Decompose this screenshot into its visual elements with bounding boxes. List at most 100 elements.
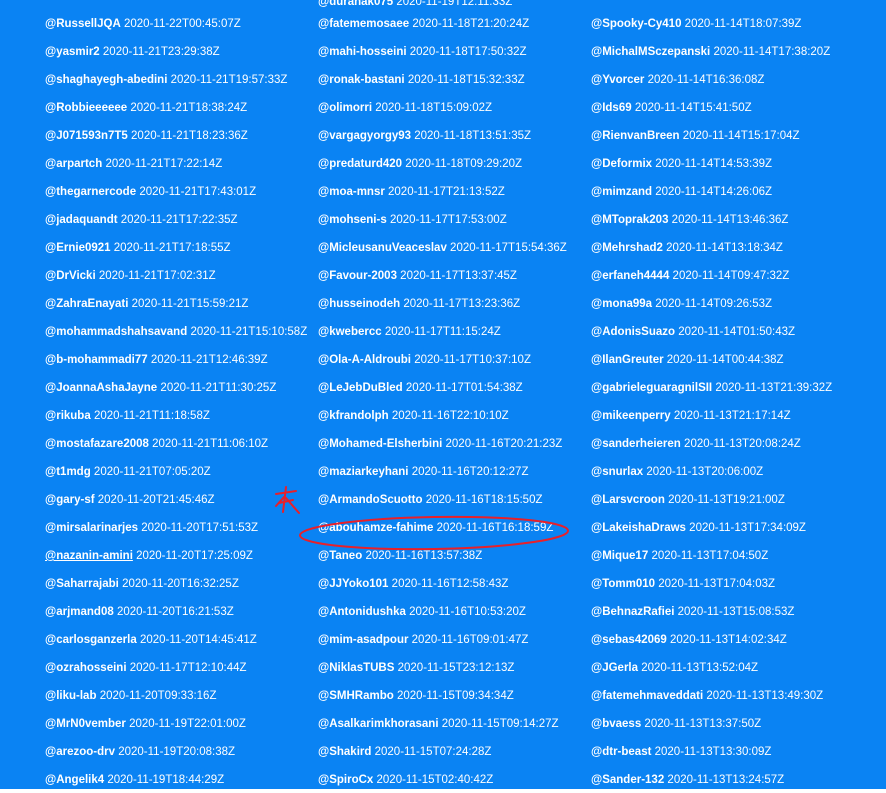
contributor-link[interactable]: @nazanin-amini bbox=[45, 550, 133, 562]
contributor-link[interactable]: @abouhamze-fahime bbox=[318, 522, 433, 534]
contributor-link[interactable]: @husseinodeh bbox=[318, 298, 400, 310]
contributor-link[interactable]: @NiklasTUBS bbox=[318, 662, 394, 674]
contributor-link[interactable]: @ozrahosseini bbox=[45, 662, 127, 674]
contributor-link[interactable]: @mimzand bbox=[591, 186, 652, 198]
timestamp: 2020-11-14T14:26:06Z bbox=[655, 186, 773, 198]
contributor-link[interactable]: @b-mohammadi77 bbox=[45, 354, 148, 366]
contributor-link[interactable]: @mim-asadpour bbox=[318, 634, 408, 646]
contributor-link[interactable]: @Angelik4 bbox=[45, 774, 104, 786]
timestamp: 2020-11-21T15:10:58Z bbox=[190, 326, 308, 338]
contributor-link[interactable]: @LakeishaDraws bbox=[591, 522, 686, 534]
contributor-link[interactable]: @arjmand08 bbox=[45, 606, 114, 618]
contributor-link[interactable]: @t1mdg bbox=[45, 466, 91, 478]
contributor-link[interactable]: @predaturd420 bbox=[318, 158, 402, 170]
contributor-link[interactable]: @IlanGreuter bbox=[591, 354, 664, 366]
contributor-link[interactable]: @BehnazRafiei bbox=[591, 606, 674, 618]
contributor-link[interactable]: @J071593n7T5 bbox=[45, 130, 128, 142]
contributor-link[interactable]: @Robbieeeeee bbox=[45, 102, 127, 114]
contributor-link[interactable]: @Tomm010 bbox=[591, 578, 655, 590]
contributor-link[interactable]: @arpartch bbox=[45, 158, 102, 170]
contributor-link[interactable]: @mirsalarinarjes bbox=[45, 522, 138, 534]
contributor-link[interactable]: @AdonisSuazo bbox=[591, 326, 675, 338]
contributor-link[interactable]: @fatemehmaveddati bbox=[591, 690, 703, 702]
contributor-link[interactable]: @fatememosaee bbox=[318, 18, 409, 30]
contributor-link[interactable]: @Yvorcer bbox=[591, 74, 644, 86]
list-item: @JoannaAshaJayne 2020-11-21T11:30:25Z bbox=[45, 381, 276, 395]
contributor-link[interactable]: @carlosganzerla bbox=[45, 634, 137, 646]
contributor-link[interactable]: @ArmandoScuotto bbox=[318, 494, 423, 506]
list-item: @Angelik4 2020-11-19T18:44:29Z bbox=[45, 773, 224, 787]
contributor-link[interactable]: @JJYoko101 bbox=[318, 578, 388, 590]
contributor-link[interactable]: @Spooky-Cy410 bbox=[591, 18, 681, 30]
contributor-link[interactable]: @arezoo-drv bbox=[45, 746, 115, 758]
timestamp: 2020-11-20T14:45:41Z bbox=[139, 634, 257, 646]
list-item: @MrN0vember 2020-11-19T22:01:00Z bbox=[45, 717, 246, 731]
contributor-link[interactable]: @thegarnercode bbox=[45, 186, 136, 198]
contributor-link[interactable]: @Ernie0921 bbox=[45, 242, 111, 254]
contributor-link[interactable]: @Mohamed-Elsherbini bbox=[318, 438, 442, 450]
contributor-link[interactable]: @snurlax bbox=[591, 466, 643, 478]
contributor-link[interactable]: @Ids69 bbox=[591, 102, 632, 114]
contributor-link[interactable]: @olimorri bbox=[318, 102, 372, 114]
contributor-link[interactable]: @Antonidushka bbox=[318, 606, 406, 618]
contributor-link[interactable]: @JGerla bbox=[591, 662, 638, 674]
list-item: @t1mdg 2020-11-21T07:05:20Z bbox=[45, 465, 211, 479]
contributor-link[interactable]: @MicleusanuVeaceslav bbox=[318, 242, 447, 254]
contributor-link[interactable]: @Shakird bbox=[318, 746, 371, 758]
contributor-link[interactable]: @mahi-hosseini bbox=[318, 46, 407, 58]
contributor-link[interactable]: @ronak-bastani bbox=[318, 74, 405, 86]
contributor-link[interactable]: @kfrandolph bbox=[318, 410, 389, 422]
contributor-link[interactable]: @shaghayegh-abedini bbox=[45, 74, 167, 86]
contributor-link[interactable]: @gabrieleguaragnilSII bbox=[591, 382, 712, 394]
contributor-link[interactable]: @SMHRambo bbox=[318, 690, 394, 702]
contributor-link[interactable]: @rikuba bbox=[45, 410, 91, 422]
contributor-link[interactable]: @RussellJQA bbox=[45, 18, 121, 30]
contributor-link[interactable]: @MrN0vember bbox=[45, 718, 126, 730]
list-item: @moa-mnsr 2020-11-17T21:13:52Z bbox=[318, 185, 505, 199]
contributor-link[interactable]: @Taneo bbox=[318, 550, 362, 562]
contributor-link[interactable]: @JoannaAshaJayne bbox=[45, 382, 157, 394]
timestamp: 2020-11-20T09:33:16Z bbox=[99, 690, 217, 702]
contributor-link[interactable]: @gary-sf bbox=[45, 494, 95, 506]
contributor-link[interactable]: @liku-lab bbox=[45, 690, 96, 702]
contributor-link[interactable]: @Larsvcroon bbox=[591, 494, 665, 506]
contributor-link[interactable]: @sanderheieren bbox=[591, 438, 681, 450]
timestamp: 2020-11-13T13:49:30Z bbox=[706, 690, 824, 702]
contributor-link[interactable]: @Mique17 bbox=[591, 550, 648, 562]
contributor-link[interactable]: @mohammadshahsavand bbox=[45, 326, 187, 338]
contributor-link[interactable]: @MichalMSczepanski bbox=[591, 46, 710, 58]
contributor-link[interactable]: @Mehrshad2 bbox=[591, 242, 663, 254]
contributor-link[interactable]: @SpiroCx bbox=[318, 774, 373, 786]
contributor-link[interactable]: @maziarkeyhani bbox=[318, 466, 408, 478]
contributor-link[interactable]: @erfaneh4444 bbox=[591, 270, 669, 282]
contributor-link[interactable]: @durahak075 bbox=[318, 0, 393, 8]
contributor-link[interactable]: @Asalkarimkhorasani bbox=[318, 718, 439, 730]
contributor-link[interactable]: @jadaquandt bbox=[45, 214, 118, 226]
contributor-link[interactable]: @sebas42069 bbox=[591, 634, 667, 646]
contributor-link[interactable]: @Saharrajabi bbox=[45, 578, 119, 590]
list-item: @Deformix 2020-11-14T14:53:39Z bbox=[591, 157, 772, 171]
contributor-link[interactable]: @ZahraEnayati bbox=[45, 298, 128, 310]
contributor-link[interactable]: @Favour-2003 bbox=[318, 270, 397, 282]
list-item: @erfaneh4444 2020-11-14T09:47:32Z bbox=[591, 269, 789, 283]
contributor-link[interactable]: @Sander-132 bbox=[591, 774, 664, 786]
timestamp: 2020-11-19T22:01:00Z bbox=[129, 718, 246, 730]
contributor-link[interactable]: @Deformix bbox=[591, 158, 652, 170]
contributor-link[interactable]: @RienvanBreen bbox=[591, 130, 680, 142]
contributor-link[interactable]: @Ola-A-Aldroubi bbox=[318, 354, 411, 366]
list-item: @husseinodeh 2020-11-17T13:23:36Z bbox=[318, 297, 520, 311]
contributor-link[interactable]: @dtr-beast bbox=[591, 746, 651, 758]
contributor-link[interactable]: @DrVicki bbox=[45, 270, 96, 282]
contributor-link[interactable]: @vargagyorgy93 bbox=[318, 130, 411, 142]
contributor-link[interactable]: @MToprak203 bbox=[591, 214, 668, 226]
contributor-link[interactable]: @LeJebDuBled bbox=[318, 382, 403, 394]
contributor-link[interactable]: @kwebercc bbox=[318, 326, 382, 338]
contributor-link[interactable]: @mikeenperry bbox=[591, 410, 671, 422]
contributor-link[interactable]: @mona99a bbox=[591, 298, 652, 310]
contributor-link[interactable]: @yasmir2 bbox=[45, 46, 100, 58]
contributor-link[interactable]: @mohseni-s bbox=[318, 214, 387, 226]
timestamp: 2020-11-14T13:46:36Z bbox=[671, 214, 789, 226]
contributor-link[interactable]: @moa-mnsr bbox=[318, 186, 385, 198]
contributor-link[interactable]: @bvaess bbox=[591, 718, 641, 730]
contributor-link[interactable]: @mostafazare2008 bbox=[45, 438, 149, 450]
